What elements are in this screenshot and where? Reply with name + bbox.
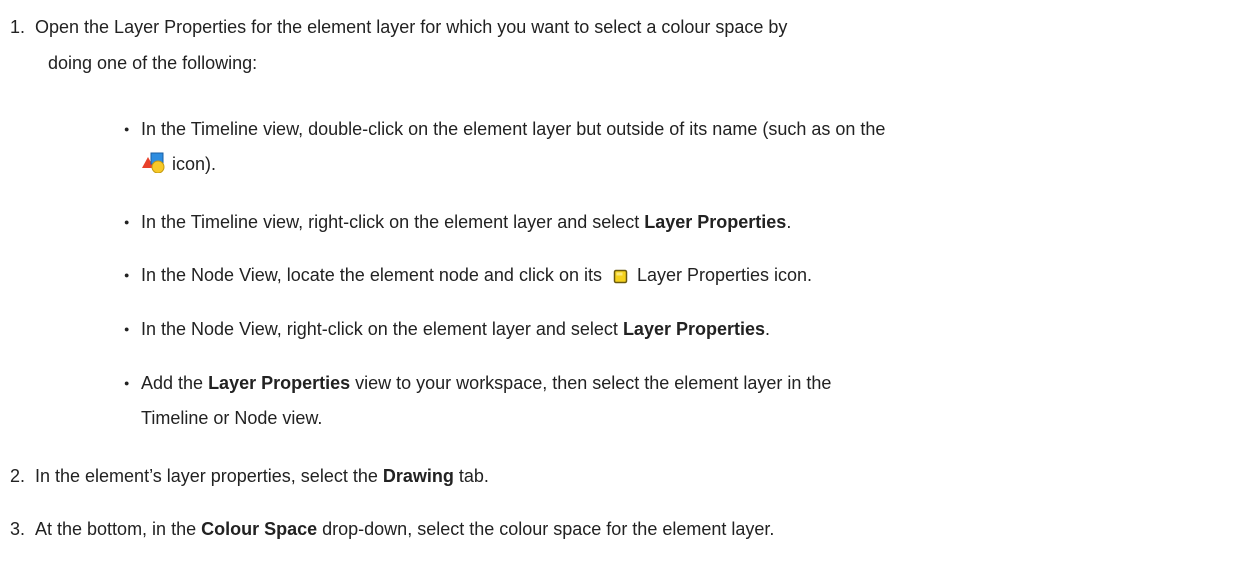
bullet-text: . xyxy=(786,212,792,232)
bullet-text: Add the xyxy=(141,373,209,393)
bullet-glyph: ● xyxy=(124,217,130,227)
step-1: 1. Open the Layer Properties for the elem… xyxy=(10,14,787,40)
bullet-text: view to your workspace, then select the … xyxy=(350,373,832,393)
step-text: At the bottom, in the xyxy=(35,519,202,539)
step-number: 1. xyxy=(10,17,26,37)
bullet-text: . xyxy=(765,319,771,339)
bullet-text: In the Node View, right-click on the ele… xyxy=(141,319,623,339)
bullet-glyph: ● xyxy=(124,124,130,134)
ui-term: Layer Properties xyxy=(622,319,766,339)
bullet-text: Layer Properties icon. xyxy=(631,265,813,285)
step-text: doing one of the following: xyxy=(48,53,258,73)
bullet-text: In the Timeline view, double-click on th… xyxy=(141,119,886,139)
bullet-text: In the Timeline view, right-click on the… xyxy=(141,212,645,232)
bullet-glyph: ● xyxy=(124,324,130,334)
bullet-glyph: ● xyxy=(124,378,130,388)
ui-term: Layer Properties xyxy=(644,212,787,232)
bullet-item-2: In the Timeline view, right-click on the… xyxy=(141,209,791,235)
bullet-text: In the Node View, locate the element nod… xyxy=(141,265,607,285)
ui-term: Colour Space xyxy=(201,519,318,539)
step-text: Open the Layer Properties for the elemen… xyxy=(35,17,788,37)
bullet-glyph: ● xyxy=(124,270,130,280)
bullet-item-5-continued: Timeline or Node view. xyxy=(141,405,322,431)
step-1-continued: doing one of the following: xyxy=(48,50,257,76)
step-number: 2. xyxy=(10,466,26,486)
bullet-text: Timeline or Node view. xyxy=(141,408,323,428)
bullet-item-5: Add the Layer Properties view to your wo… xyxy=(141,370,831,396)
step-2: 2. In the element’s layer properties, sel… xyxy=(10,463,489,489)
step-3: 3. At the bottom, in the Colour Space dro… xyxy=(10,516,774,542)
ui-term: Layer Properties xyxy=(208,373,351,393)
bullet-item-3: In the Node View, locate the element nod… xyxy=(141,262,812,291)
bullet-item-1: In the Timeline view, double-click on th… xyxy=(141,116,885,142)
element-layer-icon xyxy=(141,151,167,180)
layer-properties-icon xyxy=(613,265,628,291)
bullet-item-1-continued: icon). xyxy=(141,151,216,180)
bullet-item-4: In the Node View, right-click on the ele… xyxy=(141,316,770,342)
bullet-text: icon). xyxy=(167,154,217,174)
step-text: tab. xyxy=(453,466,489,486)
step-text: drop-down, select the colour space for t… xyxy=(317,519,775,539)
ui-term: Drawing xyxy=(382,466,454,486)
step-text: In the element’s layer properties, selec… xyxy=(35,466,383,486)
step-number: 3. xyxy=(10,519,26,539)
